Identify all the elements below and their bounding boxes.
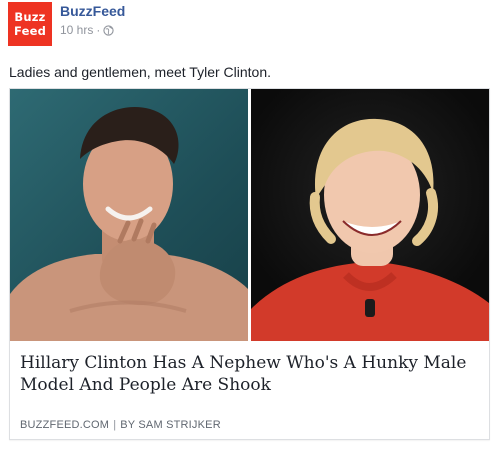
page-avatar-logo[interactable]: Buzz Feed: [8, 2, 52, 46]
card-source: BUZZFEED.COM | BY SAM STRIJKER: [20, 419, 221, 431]
card-headline[interactable]: Hillary Clinton Has A Nephew Who's A Hun…: [20, 352, 480, 396]
hillary-photo-illustration: [251, 118, 489, 341]
post-header: Buzz Feed BuzzFeed 10 hrs ·: [8, 2, 125, 46]
source-separator: |: [113, 419, 117, 431]
model-photo-illustration: [10, 107, 248, 341]
photo-right-hillary[interactable]: [251, 89, 489, 341]
post-meta: BuzzFeed 10 hrs ·: [60, 2, 125, 38]
post-subline: 10 hrs ·: [60, 22, 125, 38]
source-byline: BY SAM STRIJKER: [120, 419, 221, 431]
globe-icon[interactable]: [103, 24, 114, 36]
post-text: Ladies and gentlemen, meet Tyler Clinton…: [9, 64, 272, 80]
logo-text-bottom: Feed: [13, 24, 47, 38]
link-preview-card[interactable]: Hillary Clinton Has A Nephew Who's A Hun…: [9, 88, 490, 440]
preview-images[interactable]: [10, 89, 489, 341]
logo-text-top: Buzz: [14, 10, 46, 24]
page-name-link[interactable]: BuzzFeed: [60, 2, 125, 20]
dot-separator: ·: [96, 23, 101, 37]
timestamp-link[interactable]: 10 hrs: [60, 22, 93, 38]
source-domain: BUZZFEED.COM: [20, 419, 110, 431]
photo-left-model[interactable]: [10, 89, 248, 341]
